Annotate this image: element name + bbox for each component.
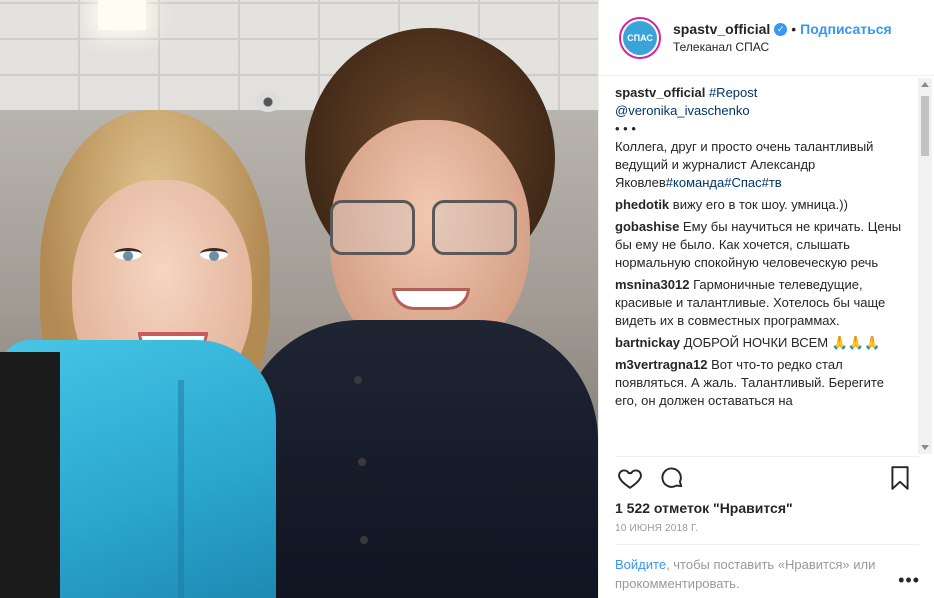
comment-text: вижу его в ток шоу. умница.)) — [672, 197, 848, 212]
comment-icon[interactable] — [659, 465, 685, 491]
shirt-button — [354, 376, 362, 384]
comments-scrollbar[interactable] — [918, 78, 932, 454]
more-dots-icon[interactable]: ••• — [898, 570, 920, 591]
header-text: spastv_official ✓ • Подписаться Телекана… — [673, 21, 892, 54]
comment-item: phedotik вижу его в ток шоу. умница.)) — [615, 196, 910, 214]
caption-hashtags[interactable]: #команда#Спас#тв — [666, 175, 782, 190]
shirt-button — [358, 458, 366, 466]
post-sidebar: СПАС spastv_official ✓ • Подписаться Тел… — [598, 0, 934, 598]
comment-item: msnina3012 Гармоничные телеведущие, крас… — [615, 276, 910, 330]
follow-button[interactable]: Подписаться — [800, 21, 892, 37]
glasses-lens-right — [432, 200, 517, 255]
mention-link[interactable]: @veronika_ivaschenko — [615, 103, 750, 118]
post-photo[interactable] — [0, 0, 598, 598]
comment-text: ДОБРОЙ НОЧКИ ВСЕМ 🙏🙏🙏 — [683, 335, 881, 350]
comment-item: gobashise Ему бы научиться не кричать. Ц… — [615, 218, 910, 272]
woman-eye-right — [200, 248, 228, 261]
action-bar — [615, 456, 919, 500]
security-camera — [255, 92, 281, 112]
avatar-logo: СПАС — [623, 20, 657, 55]
likes-count[interactable]: 1 522 отметок "Нравится" — [615, 500, 793, 516]
caption-username[interactable]: spastv_official — [615, 85, 705, 100]
hashtag-repost[interactable]: #Repost — [709, 85, 757, 100]
header-username[interactable]: spastv_official — [673, 21, 770, 37]
shirt-button — [360, 536, 368, 544]
man-smile — [392, 288, 470, 310]
comment-item: m3vertragna12 Вот что-то редко стал появ… — [615, 356, 910, 410]
comment-username[interactable]: m3vertragna12 — [615, 357, 708, 372]
woman-eye-left — [114, 248, 142, 261]
caption: spastv_official #Repost @veronika_ivasch… — [615, 84, 910, 192]
scroll-up-icon[interactable] — [921, 82, 929, 87]
login-prompt: Войдите, чтобы поставить «Нравится» или … — [615, 544, 919, 593]
scroll-thumb[interactable] — [921, 96, 929, 156]
header-subtitle[interactable]: Телеканал СПАС — [673, 40, 892, 54]
header-line: spastv_official ✓ • Подписаться — [673, 21, 892, 37]
scroll-down-icon[interactable] — [921, 445, 929, 450]
comment-username[interactable]: phedotik — [615, 197, 669, 212]
post-date: 10 ИЮНЯ 2018 Г. — [615, 523, 699, 534]
comment-item: bartnickay ДОБРОЙ НОЧКИ ВСЕМ 🙏🙏🙏 — [615, 334, 910, 352]
comments-list[interactable]: spastv_official #Repost @veronika_ivasch… — [615, 84, 910, 454]
bookmark-icon[interactable] — [887, 465, 913, 491]
verified-icon: ✓ — [774, 22, 788, 36]
post-header: СПАС spastv_official ✓ • Подписаться Тел… — [599, 0, 934, 76]
header-separator: • — [791, 21, 797, 37]
comment-username[interactable]: msnina3012 — [615, 277, 689, 292]
comment-username[interactable]: gobashise — [615, 219, 679, 234]
glasses — [330, 200, 525, 255]
caption-dots: • • • — [615, 121, 636, 136]
instagram-post: СПАС spastv_official ✓ • Подписаться Тел… — [0, 0, 934, 598]
login-link[interactable]: Войдите — [615, 557, 666, 572]
glasses-lens-left — [330, 200, 415, 255]
comment-username[interactable]: bartnickay — [615, 335, 680, 350]
man-shirt — [240, 320, 598, 598]
backpack-strap — [0, 352, 60, 598]
heart-icon[interactable] — [617, 465, 643, 491]
ceiling-lamp — [98, 0, 146, 30]
avatar[interactable]: СПАС — [619, 16, 661, 59]
